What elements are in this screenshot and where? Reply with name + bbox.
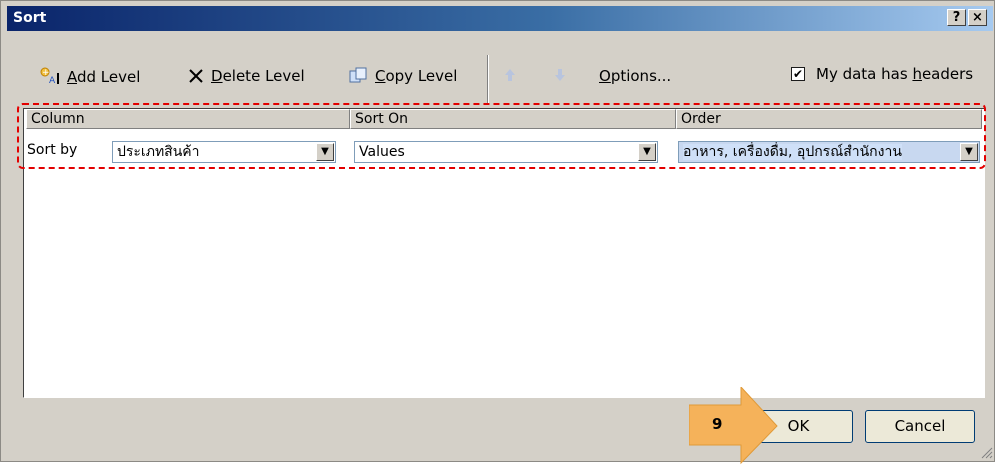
chevron-down-icon[interactable]: ▼ xyxy=(316,143,334,161)
add-level-icon: + A xyxy=(40,67,59,86)
copy-level-label: Copy Level xyxy=(375,67,458,85)
copy-icon xyxy=(349,67,367,83)
order-header: Order xyxy=(676,109,982,129)
order-select[interactable]: อาหาร, เครื่องดื่ม, อุปกรณ์สำนักงาน ▼ xyxy=(678,141,980,163)
sort-on-select[interactable]: Values ▼ xyxy=(354,141,658,163)
cancel-button[interactable]: Cancel xyxy=(865,410,975,443)
headers-checkbox[interactable]: ✔ xyxy=(791,67,805,81)
sort-by-label: Sort by xyxy=(27,142,78,158)
options-button[interactable]: Options... xyxy=(599,67,671,85)
title-bar: Sort ? × xyxy=(7,6,993,31)
chevron-down-icon[interactable]: ▼ xyxy=(960,143,978,161)
close-button[interactable]: × xyxy=(968,9,987,26)
column-select-value: ประเภทสินค้า xyxy=(117,144,200,160)
move-down-button[interactable] xyxy=(554,68,566,86)
add-level-button[interactable]: + A Add Level xyxy=(39,67,140,87)
chevron-down-icon[interactable]: ▼ xyxy=(638,143,656,161)
sort-on-select-value: Values xyxy=(359,144,405,160)
order-select-value: อาหาร, เครื่องดื่ม, อุปกรณ์สำนักงาน xyxy=(683,144,902,160)
column-header: Column xyxy=(26,109,350,129)
delete-level-button[interactable]: Delete Level xyxy=(187,67,305,85)
copy-level-button[interactable]: Copy Level xyxy=(349,67,457,85)
options-label: Options... xyxy=(599,67,672,85)
delete-level-label: Delete Level xyxy=(211,67,305,85)
add-level-label: Add Level xyxy=(67,68,141,86)
move-up-button[interactable] xyxy=(504,68,516,86)
arrow-up-icon xyxy=(505,69,515,81)
toolbar-separator xyxy=(487,55,489,103)
help-button[interactable]: ? xyxy=(947,9,966,26)
headers-checkbox-label[interactable]: My data has headers xyxy=(816,65,973,83)
window-title: Sort xyxy=(13,10,47,26)
step-number: 9 xyxy=(712,415,723,433)
delete-x-icon xyxy=(189,69,203,83)
sort-levels-list: Column Sort On Order Sort by ประเภทสินค้… xyxy=(23,108,985,398)
sort-on-header: Sort On xyxy=(350,109,676,129)
column-select[interactable]: ประเภทสินค้า ▼ xyxy=(112,141,336,163)
step-callout-arrow-icon xyxy=(689,387,778,465)
resize-grip-icon[interactable] xyxy=(979,445,993,459)
arrow-down-icon xyxy=(555,69,565,81)
svg-text:A: A xyxy=(49,76,56,86)
sort-dialog: Sort ? × + A Add Level Delete Level Copy… xyxy=(0,0,995,465)
